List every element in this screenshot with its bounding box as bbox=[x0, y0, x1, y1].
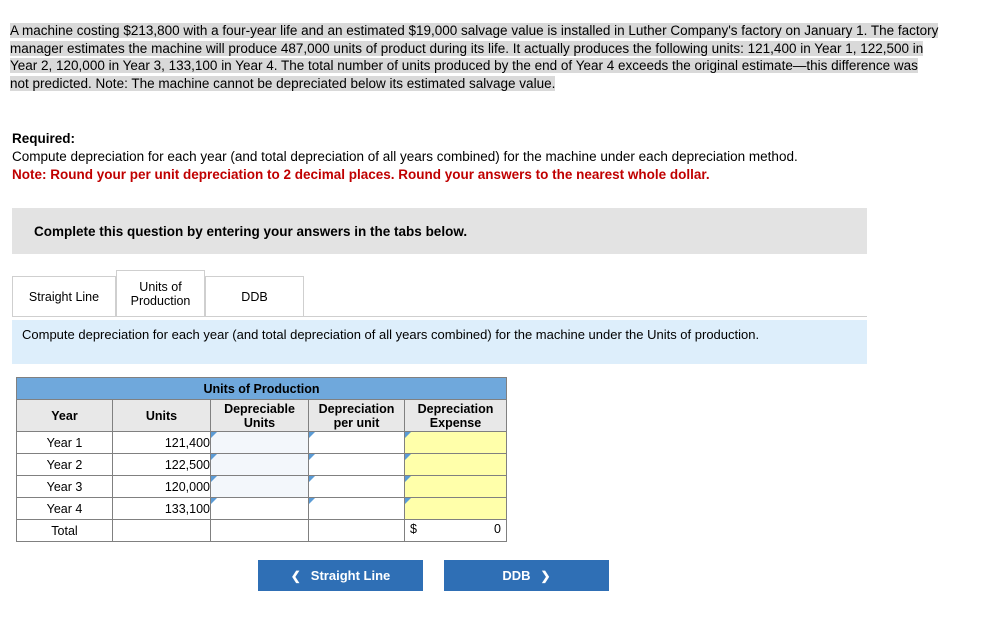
tab-units-of-production-label: Units of Production bbox=[130, 279, 191, 308]
chevron-left-icon: ❮ bbox=[290, 568, 301, 583]
table-row: Year 2 122,500 bbox=[16, 453, 507, 476]
table-title-row: Units of Production bbox=[16, 377, 507, 400]
cell-per-unit-total bbox=[308, 519, 405, 542]
tab-panel-description: Compute depreciation for each year (and … bbox=[12, 320, 867, 364]
tab-navigation: ❮ Straight Line DDB ❯ bbox=[258, 560, 609, 591]
instruction-bar-text: Complete this question by entering your … bbox=[34, 223, 468, 239]
input-per-unit-year-1[interactable] bbox=[308, 431, 405, 454]
cell-corner-icon bbox=[405, 454, 411, 460]
cell-units-total bbox=[112, 519, 211, 542]
cell-corner-icon bbox=[211, 498, 217, 504]
table-row: Year 1 121,400 bbox=[16, 431, 507, 454]
input-expense-year-4[interactable] bbox=[404, 497, 507, 520]
input-expense-year-3[interactable] bbox=[404, 475, 507, 498]
tab-bar: Straight Line Units of Production DDB bbox=[12, 270, 867, 317]
tab-units-of-production[interactable]: Units of Production bbox=[116, 270, 205, 316]
next-tab-button[interactable]: DDB ❯ bbox=[444, 560, 609, 591]
tab-ddb-label: DDB bbox=[241, 289, 268, 304]
cell-units-year-4: 133,100 bbox=[112, 497, 211, 520]
question-page: A machine costing $213,800 with a four-y… bbox=[0, 0, 985, 623]
cell-corner-icon bbox=[405, 432, 411, 438]
cell-corner-icon bbox=[211, 432, 217, 438]
tab-straight-line-label: Straight Line bbox=[28, 289, 100, 304]
table-title: Units of Production bbox=[16, 377, 507, 400]
cell-corner-icon bbox=[211, 476, 217, 482]
cell-corner-icon bbox=[309, 498, 315, 504]
input-depreciable-units-year-2[interactable] bbox=[210, 453, 309, 476]
total-currency-symbol: $ bbox=[410, 522, 417, 536]
column-header-depreciation-expense: Depreciation Expense bbox=[404, 399, 507, 432]
cell-corner-icon bbox=[309, 476, 315, 482]
column-header-units: Units bbox=[112, 399, 211, 432]
cell-corner-icon bbox=[405, 476, 411, 482]
previous-tab-button[interactable]: ❮ Straight Line bbox=[258, 560, 423, 591]
row-label-total: Total bbox=[16, 519, 113, 542]
input-per-unit-year-2[interactable] bbox=[308, 453, 405, 476]
problem-statement-text: A machine costing $213,800 with a four-y… bbox=[10, 23, 939, 91]
cell-corner-icon bbox=[405, 498, 411, 504]
units-of-production-table: Units of Production Year Units Depreciab… bbox=[16, 377, 507, 542]
input-per-unit-year-3[interactable] bbox=[308, 475, 405, 498]
cell-units-year-1: 121,400 bbox=[112, 431, 211, 454]
table-row: Year 4 133,100 bbox=[16, 497, 507, 520]
row-label-year-4: Year 4 bbox=[16, 497, 113, 520]
tab-straight-line[interactable]: Straight Line bbox=[12, 276, 116, 316]
next-tab-label: DDB bbox=[502, 568, 531, 583]
input-depreciable-units-year-1[interactable] bbox=[210, 431, 309, 454]
cell-units-year-2: 122,500 bbox=[112, 453, 211, 476]
cell-corner-icon bbox=[211, 454, 217, 460]
cell-expense-total: $ 0 bbox=[404, 519, 507, 542]
input-expense-year-2[interactable] bbox=[404, 453, 507, 476]
row-label-year-1: Year 1 bbox=[16, 431, 113, 454]
table-row: Year 3 120,000 bbox=[16, 475, 507, 498]
row-label-year-3: Year 3 bbox=[16, 475, 113, 498]
column-header-depreciable-units: Depreciable Units bbox=[210, 399, 309, 432]
instruction-bar: Complete this question by entering your … bbox=[12, 208, 867, 254]
input-per-unit-year-4[interactable] bbox=[308, 497, 405, 520]
units-of-production-table-wrap: Units of Production Year Units Depreciab… bbox=[16, 377, 507, 542]
required-note: Note: Round your per unit depreciation t… bbox=[12, 167, 710, 182]
tab-ddb[interactable]: DDB bbox=[205, 276, 304, 316]
input-depreciable-units-year-3[interactable] bbox=[210, 475, 309, 498]
input-expense-year-1[interactable] bbox=[404, 431, 507, 454]
required-text: Compute depreciation for each year (and … bbox=[12, 149, 798, 164]
previous-tab-label: Straight Line bbox=[310, 568, 391, 583]
row-label-year-2: Year 2 bbox=[16, 453, 113, 476]
cell-corner-icon bbox=[309, 454, 315, 460]
cell-units-year-3: 120,000 bbox=[112, 475, 211, 498]
input-depreciable-units-year-4[interactable] bbox=[210, 497, 309, 520]
problem-statement: A machine costing $213,800 with a four-y… bbox=[10, 22, 940, 92]
column-header-year: Year bbox=[16, 399, 113, 432]
column-header-depreciation-per-unit: Depreciation per unit bbox=[308, 399, 405, 432]
tab-panel-description-text: Compute depreciation for each year (and … bbox=[22, 327, 760, 342]
table-header-row: Year Units Depreciable Units Depreciatio… bbox=[16, 399, 507, 432]
cell-depreciable-units-total bbox=[210, 519, 309, 542]
total-expense-value: 0 bbox=[494, 522, 501, 536]
required-title: Required: bbox=[12, 131, 76, 146]
cell-corner-icon bbox=[309, 432, 315, 438]
required-section: Required: Compute depreciation for each … bbox=[12, 130, 952, 184]
table-total-row: Total $ 0 bbox=[16, 519, 507, 542]
chevron-right-icon: ❯ bbox=[540, 568, 551, 583]
